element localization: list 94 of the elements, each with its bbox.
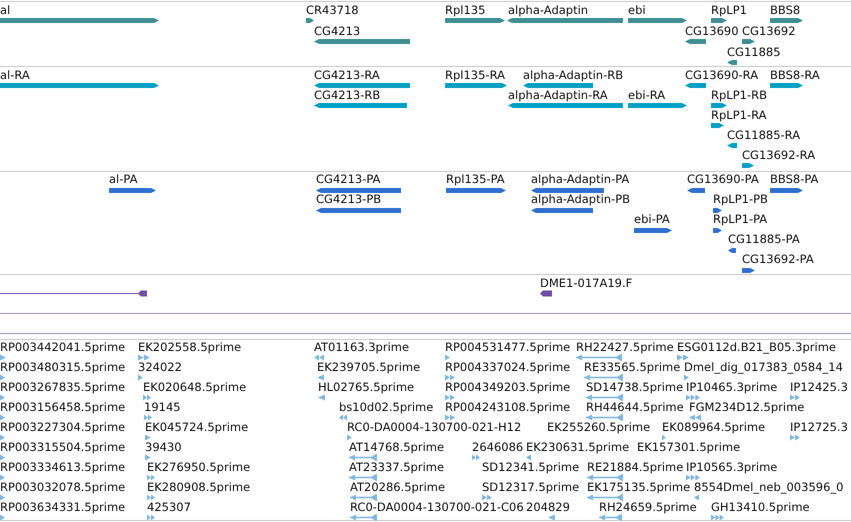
feature-label: EK045724.5prime <box>145 420 248 434</box>
feature-label: AT23337.5prime <box>349 460 444 474</box>
feature-label: RE33565.5prime <box>584 360 680 374</box>
feature-label: RP003334613.5prime <box>0 460 126 474</box>
feature-label: CG13692-PA <box>742 252 814 266</box>
feature-label: RP004531477.5prime <box>445 340 570 354</box>
feature-label: EK089964.5prime <box>662 420 766 434</box>
feature-label: CG13690 <box>685 24 739 38</box>
feature-label: IP12725.3 <box>790 420 848 434</box>
feature-label: RP003032078.5prime <box>0 480 126 494</box>
feature-label: AT01163.3prime <box>314 340 410 354</box>
feature-label: CG4213-RA <box>314 68 380 82</box>
feature-label: alpha-Adaptin-RA <box>508 88 608 102</box>
feature-label: RP003480315.5prime <box>0 360 126 374</box>
feature-label: al-RA <box>0 68 30 82</box>
feature-label: FGM234D12.5prime <box>689 400 804 414</box>
feature-label: 8554 <box>694 480 724 494</box>
feature-label: CG4213 <box>314 24 360 38</box>
feature-label: 204829 <box>526 500 570 514</box>
feature-label: 324022 <box>138 360 182 374</box>
feature-label: RC0-DA0004-130700-021-C06 <box>350 500 524 514</box>
feature-label: al-PA <box>109 172 138 186</box>
feature-label: Dmel_dig_017383_0584_14 <box>684 360 843 374</box>
feature-label: EK230631.5prime <box>526 440 630 454</box>
feature-label: CG4213-RB <box>314 88 380 102</box>
feature-label: RpLP1-RB <box>711 88 767 102</box>
feature-label: BBS8-RA <box>770 68 820 82</box>
feature-label: ebi-RA <box>628 88 666 102</box>
feature-label: Dmel_neb_003596_0 <box>723 480 844 494</box>
feature-label: EK175135.5prime <box>587 480 690 494</box>
feature-label: bs10d02.5prime <box>339 400 434 414</box>
feature-label: ebi-PA <box>634 212 670 226</box>
feature-label: AT20286.5prime <box>350 480 446 494</box>
feature-label: CG11885 <box>727 45 781 59</box>
feature-label: CG11885-PA <box>728 232 800 246</box>
feature-label: CG13692-RA <box>742 148 816 162</box>
feature-label: DME1-017A19.F <box>540 276 632 290</box>
feature-label: RP003442041.5prime <box>0 340 126 354</box>
feature-label: BBS8-PA <box>770 172 818 186</box>
feature-label: 425307 <box>147 500 191 514</box>
feature-label: alpha-Adaptin-RB <box>523 68 624 82</box>
feature-label: RpLP1 <box>711 3 747 17</box>
feature-label: RP003315504.5prime <box>0 440 126 454</box>
feature-label: RH22427.5prime <box>576 340 674 354</box>
feature-label: 19145 <box>144 400 181 414</box>
feature-label: SD14738.5prime <box>586 380 684 394</box>
feature-label: alpha-Adaptin <box>508 3 588 17</box>
feature-label: RP003156458.5prime <box>0 400 126 414</box>
feature-label: BBS8 <box>770 3 800 17</box>
feature-label: EK255260.5prime <box>547 420 650 434</box>
feature-label: alpha-Adaptin-PA <box>531 172 630 186</box>
feature-label: SD12317.5prime <box>482 480 580 494</box>
feature-label: RpLP1-RA <box>711 108 766 122</box>
feature-label: EK276950.5prime <box>147 460 250 474</box>
feature-label: RE21884.5prime <box>587 460 684 474</box>
feature-label: RpLP1-PB <box>713 192 768 206</box>
feature-label: AT14768.5prime <box>349 440 444 454</box>
feature-label: alpha-Adaptin-PB <box>531 192 630 206</box>
feature-label: RP003227304.5prime <box>0 420 126 434</box>
feature-label: CG11885-RA <box>727 128 800 142</box>
feature-label: CG13690-RA <box>685 68 758 82</box>
feature-label: CG13692 <box>742 24 796 38</box>
feature-label: IP12425.3 <box>790 380 848 394</box>
feature-label: HL02765.5prime <box>318 380 414 394</box>
feature-label: EK020648.5prime <box>143 380 246 394</box>
feature-label: Rpl135-PA <box>446 172 505 186</box>
feature-label: RP004349203.5prime <box>445 380 570 394</box>
feature-label: EK239705.5prime <box>317 360 420 374</box>
feature-label: SD12341.5prime <box>482 460 580 474</box>
feature-label: RpLP1-PA <box>713 212 768 226</box>
feature-label: RC0-DA0004-130700-021-H12 <box>347 420 522 434</box>
feature-label: RH24659.5prime <box>599 500 697 514</box>
feature-label: IP10565.3prime <box>686 460 778 474</box>
feature-label: GH13410.5prime <box>711 500 810 514</box>
feature-label: CG4213-PB <box>316 192 382 206</box>
feature-label: CG4213-PA <box>316 172 380 186</box>
feature-label: EK202558.5prime <box>138 340 242 354</box>
feature-label: Rpl135-RA <box>445 68 505 82</box>
feature-label: RP004337024.5prime <box>445 360 570 374</box>
feature-label: ebi <box>628 3 646 17</box>
feature-label: RH44644.5prime <box>586 400 684 414</box>
feature-label: EK157301.5prime <box>637 440 740 454</box>
feature-label: Rpl135 <box>445 3 486 17</box>
feature-label: ESG0112d.B21_B05.3prime <box>677 340 836 354</box>
feature-label: 2646086 <box>472 440 524 454</box>
feature-label: CR43718 <box>306 3 359 17</box>
feature-label: RP003634331.5prime <box>0 500 126 514</box>
feature-label: RP004243108.5prime <box>445 400 570 414</box>
feature-label: 39430 <box>145 440 182 454</box>
feature-label: al <box>0 3 10 17</box>
feature-label: EK280908.5prime <box>147 480 250 494</box>
feature-label: CG13690-PA <box>687 172 759 186</box>
feature-label: RP003267835.5prime <box>0 380 126 394</box>
feature-label: IP10465.3prime <box>686 380 778 394</box>
